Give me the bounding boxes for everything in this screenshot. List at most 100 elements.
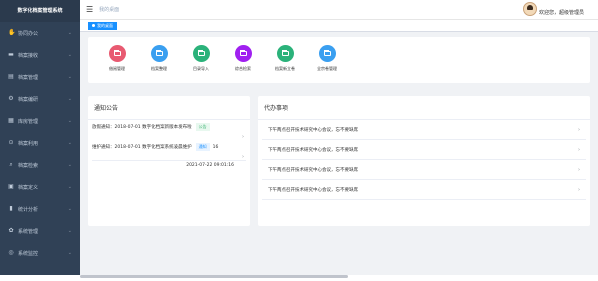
tab-label: 我的桌面 — [97, 22, 113, 28]
quick-action-1[interactable]: 档案整理 — [138, 45, 180, 83]
sidebar-item-3[interactable]: ⚙ 档案编研 ⌄ — [0, 88, 80, 110]
notice-suffix: 16 — [212, 144, 219, 150]
sidebar-item-2[interactable]: ▤ 档案管理 ⌄ — [0, 66, 80, 88]
notice-badge: 通知 — [195, 143, 210, 151]
chevron-down-icon: ⌄ — [67, 162, 72, 168]
handshake-icon: ✋ — [8, 29, 16, 36]
todo-title: 代办事项 — [258, 96, 590, 120]
chevron-right-icon[interactable]: › — [578, 187, 580, 193]
folder-icon[interactable] — [276, 45, 294, 62]
folder-icon[interactable] — [150, 45, 168, 62]
quick-action-label: 目录导入 — [193, 66, 209, 71]
sidebar-item-label: 协同办公 — [18, 30, 39, 37]
main-area: ☰ 我的桌面 欢迎您，超级管理员 我的桌面 借阅管理 档案整理 目录导入 综合检索 档案… — [80, 0, 598, 275]
chevron-down-icon: ⌄ — [67, 228, 72, 234]
sidebar-item-7[interactable]: ▣ 档案定义 ⌄ — [0, 176, 80, 198]
gear-small-icon: ⚙ — [8, 95, 14, 102]
document-icon: ▤ — [8, 73, 14, 80]
sidebar-item-6[interactable]: ⌕ 档案检索 ⌄ — [0, 154, 80, 176]
sidebar-item-1[interactable]: ▬ 档案接收 ⌄ — [0, 44, 80, 66]
quick-action-label: 全宗卷管理 — [317, 66, 337, 71]
settings-icon: ✿ — [8, 227, 14, 234]
chevron-down-icon: ⌄ — [67, 140, 72, 146]
horizontal-scrollbar[interactable] — [80, 275, 348, 278]
notice-item[interactable]: 维护通知：2018-07-01 数字化档案系统凌晨维护 通知 16 — [88, 140, 250, 154]
warehouse-icon: ▦ — [8, 117, 14, 124]
sidebar-menu: ✋ 协同办公 ⌄ ▬ 档案接收 ⌄ ▤ 档案管理 ⌄ ⚙ 档案编研 ⌄ ▦ 库房管理 ⌄ ⊙ 档案利用 ⌄ ⌕ 档案检… — [0, 22, 80, 264]
todo-text: 下午两点召开技术研究中心会议，忘不要缺席 — [268, 167, 358, 173]
sidebar-item-label: 档案管理 — [18, 74, 39, 81]
sidebar-item-5[interactable]: ⊙ 档案利用 ⌄ — [0, 132, 80, 154]
todo-item[interactable]: 下午两点召开技术研究中心会议，忘不要缺席 › — [262, 140, 586, 160]
sidebar-item-10[interactable]: ◎ 系统监控 ⌄ — [0, 242, 80, 264]
monitor-icon: ◎ — [8, 249, 14, 256]
avatar[interactable] — [522, 2, 537, 16]
todo-item[interactable]: 下午两点召开技术研究中心会议，忘不要缺席 › — [262, 160, 586, 180]
todo-list: 下午两点召开技术研究中心会议，忘不要缺席 › 下午两点召开技术研究中心会议，忘不要缺… — [258, 120, 590, 200]
quick-action-label: 综合检索 — [235, 66, 251, 71]
search-icon: ⌕ — [9, 161, 13, 168]
quick-action-4[interactable]: 档案新立卷 — [264, 45, 306, 83]
sidebar-item-label: 档案定义 — [18, 184, 39, 191]
folder-icon[interactable] — [234, 45, 252, 62]
todo-item[interactable]: 下午两点召开技术研究中心会议，忘不要缺席 › — [262, 120, 586, 140]
sidebar-item-label: 档案利用 — [18, 140, 39, 147]
notice-title: 通知公告 — [88, 96, 250, 120]
quick-action-label: 借阅管理 — [109, 66, 125, 71]
folder-icon[interactable] — [318, 45, 336, 62]
notice-badge: 公告 — [195, 123, 210, 131]
notice-item[interactable]: › — [88, 154, 250, 160]
todo-item[interactable]: 下午两点召开技术研究中心会议，忘不要缺席 › — [262, 180, 586, 200]
chevron-right-icon[interactable]: › — [242, 154, 244, 160]
notice-item[interactable]: 放假通知：2018-07-01 数字化档案新版本发布啦 公告 — [88, 120, 250, 134]
chevron-down-icon: ⌄ — [67, 30, 72, 36]
sidebar-item-0[interactable]: ✋ 协同办公 ⌄ — [0, 22, 80, 44]
tab-my-desktop[interactable]: 我的桌面 — [88, 21, 117, 30]
sidebar: 数字化档案管理系统 ✋ 协同办公 ⌄ ▬ 档案接收 ⌄ ▤ 档案管理 ⌄ ⚙ 档案编研 ⌄ ▦ 库房管理 ⌄… — [0, 0, 80, 275]
sidebar-item-8[interactable]: ▮ 统计分析 ⌄ — [0, 198, 80, 220]
quick-action-label: 档案整理 — [151, 66, 167, 71]
folder-icon: ▬ — [8, 51, 14, 58]
notice-text: 维护通知：2018-07-01 数字化档案系统凌晨维护 — [92, 145, 192, 150]
sidebar-item-9[interactable]: ✿ 系统管理 ⌄ — [0, 220, 80, 242]
todo-text: 下午两点召开技术研究中心会议，忘不要缺席 — [268, 127, 358, 133]
quick-action-2[interactable]: 目录导入 — [180, 45, 222, 83]
sidebar-item-label: 档案编研 — [18, 96, 39, 103]
folder-icon[interactable] — [108, 45, 126, 62]
chevron-down-icon: ⌄ — [67, 206, 72, 212]
chevron-right-icon[interactable]: › — [578, 127, 580, 133]
hamburger-icon[interactable]: ☰ — [86, 5, 93, 14]
quick-action-3[interactable]: 综合检索 — [222, 45, 264, 83]
quick-action-5[interactable]: 全宗卷管理 — [306, 45, 348, 83]
tags-view: 我的桌面 — [80, 20, 598, 32]
chevron-right-icon[interactable]: › — [578, 147, 580, 153]
chart-icon: ▮ — [9, 205, 13, 212]
chevron-down-icon: ⌄ — [67, 52, 72, 58]
sidebar-item-label: 系统管理 — [18, 228, 39, 235]
book-icon: ▣ — [8, 183, 14, 190]
sidebar-item-label: 系统监控 — [18, 250, 39, 257]
chevron-down-icon: ⌄ — [67, 118, 72, 124]
quick-action-0[interactable]: 借阅管理 — [96, 45, 138, 83]
todo-text: 下午两点召开技术研究中心会议，忘不要缺席 — [268, 147, 358, 153]
chevron-down-icon: ⌄ — [67, 184, 72, 190]
notice-text: 放假通知：2018-07-01 数字化档案新版本发布啦 — [92, 125, 192, 130]
chevron-right-icon[interactable]: › — [578, 167, 580, 173]
app-title: 数字化档案管理系统 — [0, 0, 80, 22]
user-menu[interactable]: 欢迎您，超级管理员 — [522, 2, 584, 16]
navbar: ☰ 我的桌面 欢迎您，超级管理员 — [80, 0, 598, 20]
link-icon: ⊙ — [8, 139, 14, 146]
sidebar-item-label: 档案接收 — [18, 52, 39, 59]
chevron-down-icon: ⌄ — [67, 96, 72, 102]
chevron-down-icon: ⌄ — [67, 74, 72, 80]
todo-card: 代办事项 下午两点召开技术研究中心会议，忘不要缺席 › 下午两点召开技术研究中心会议… — [258, 96, 590, 226]
sidebar-item-4[interactable]: ▦ 库房管理 ⌄ — [0, 110, 80, 132]
sidebar-item-label: 库房管理 — [18, 118, 39, 125]
welcome-text: 欢迎您，超级管理员 — [538, 9, 584, 16]
breadcrumb[interactable]: 我的桌面 — [99, 6, 119, 13]
sidebar-item-label: 统计分析 — [18, 206, 39, 213]
chevron-down-icon: ⌄ — [67, 250, 72, 256]
notice-date: 2021-07-22 09:01:16 — [92, 160, 246, 168]
folder-icon[interactable] — [192, 45, 210, 62]
todo-text: 下午两点召开技术研究中心会议，忘不要缺席 — [268, 187, 358, 193]
